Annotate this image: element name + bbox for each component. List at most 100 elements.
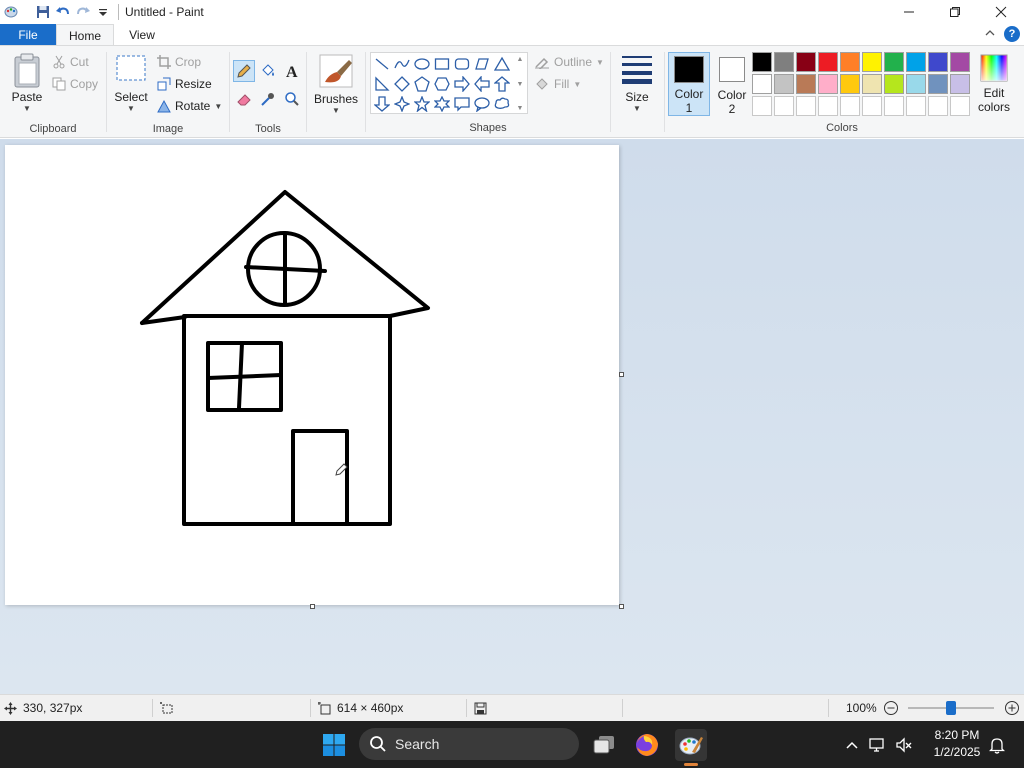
task-view-button[interactable] (588, 729, 620, 761)
shapes-gallery-scroll[interactable]: ▲ ▼ ▼ (514, 56, 526, 112)
taskbar-search[interactable]: Search (359, 728, 579, 760)
palette-swatch[interactable] (950, 52, 970, 72)
zoom-in-icon[interactable] (1004, 700, 1020, 716)
four-point-star-shape[interactable] (392, 94, 412, 114)
palette-swatch[interactable] (884, 96, 904, 116)
redo-icon[interactable] (74, 3, 92, 21)
scroll-up-icon[interactable]: ▲ (517, 56, 524, 63)
tab-view[interactable]: View (114, 24, 170, 46)
palette-swatch[interactable] (862, 96, 882, 116)
left-arrow-shape[interactable] (472, 74, 492, 94)
select-button[interactable]: Select ▼ (113, 54, 149, 113)
palette-swatch[interactable] (906, 74, 926, 94)
paste-button[interactable]: Paste ▼ (8, 52, 46, 113)
color-picker-tool-button[interactable] (257, 88, 279, 110)
palette-swatch[interactable] (752, 74, 772, 94)
six-point-star-shape[interactable] (432, 94, 452, 114)
palette-swatch[interactable] (796, 96, 816, 116)
right-triangle-shape[interactable] (372, 74, 392, 94)
maximize-button[interactable] (932, 0, 978, 24)
volume-muted-icon[interactable] (892, 736, 916, 753)
zoom-slider-thumb[interactable] (946, 701, 956, 715)
palette-swatch[interactable] (796, 74, 816, 94)
palette-swatch[interactable] (796, 52, 816, 72)
pencil-tool-button[interactable] (233, 60, 255, 82)
help-icon[interactable]: ? (1004, 26, 1020, 42)
curve-shape[interactable] (392, 54, 412, 74)
paint-taskbar-button[interactable] (675, 729, 707, 761)
five-point-star-shape[interactable] (412, 94, 432, 114)
palette-swatch[interactable] (884, 74, 904, 94)
palette-swatch[interactable] (840, 74, 860, 94)
palette-swatch[interactable] (884, 52, 904, 72)
palette-swatch[interactable] (774, 96, 794, 116)
resize-handle-bottom[interactable] (310, 604, 315, 609)
palette-swatch[interactable] (862, 74, 882, 94)
right-arrow-shape[interactable] (452, 74, 472, 94)
start-button[interactable] (318, 729, 350, 761)
diamond-shape[interactable] (392, 74, 412, 94)
fill-button[interactable]: Fill ▼ (534, 74, 581, 94)
size-button[interactable]: Size ▼ (618, 54, 656, 113)
rectangular-callout-shape[interactable] (452, 94, 472, 114)
edit-colors-button[interactable]: Edit colors (974, 54, 1014, 114)
firefox-button[interactable] (631, 729, 663, 761)
minimize-button[interactable] (886, 0, 932, 24)
palette-swatch[interactable] (906, 52, 926, 72)
tab-file[interactable]: File (0, 24, 56, 46)
network-icon[interactable] (862, 737, 892, 753)
drawing-canvas[interactable] (5, 145, 619, 605)
clock[interactable]: 8:20 PM 1/2/2025 (922, 727, 992, 761)
palette-swatch[interactable] (928, 52, 948, 72)
line-shape[interactable] (372, 54, 392, 74)
hexagon-shape[interactable] (432, 74, 452, 94)
palette-swatch[interactable] (950, 74, 970, 94)
palette-swatch[interactable] (906, 96, 926, 116)
triangle-shape[interactable] (492, 54, 512, 74)
zoom-out-icon[interactable] (883, 700, 899, 716)
paint-app-icon[interactable] (2, 3, 20, 21)
customize-quick-access-icon[interactable] (94, 3, 112, 21)
palette-swatch[interactable] (774, 74, 794, 94)
palette-swatch[interactable] (862, 52, 882, 72)
resize-button[interactable]: Resize (157, 74, 212, 94)
oval-shape[interactable] (412, 54, 432, 74)
palette-swatch[interactable] (752, 96, 772, 116)
undo-icon[interactable] (54, 3, 72, 21)
brushes-button[interactable]: Brushes ▼ (314, 54, 358, 115)
down-arrow-shape[interactable] (372, 94, 392, 114)
palette-swatch[interactable] (840, 52, 860, 72)
palette-swatch[interactable] (840, 96, 860, 116)
palette-swatch[interactable] (752, 52, 772, 72)
eraser-tool-button[interactable] (233, 88, 255, 110)
tab-home[interactable]: Home (56, 24, 114, 46)
close-button[interactable] (978, 0, 1024, 24)
zoom-slider[interactable] (908, 701, 994, 715)
palette-swatch[interactable] (928, 96, 948, 116)
copy-button[interactable]: Copy (52, 74, 98, 94)
polygon-shape[interactable] (472, 54, 492, 74)
palette-swatch[interactable] (818, 96, 838, 116)
resize-handle-right[interactable] (619, 372, 624, 377)
text-tool-button[interactable]: A (281, 60, 303, 82)
fill-tool-button[interactable] (257, 60, 279, 82)
palette-swatch[interactable] (928, 74, 948, 94)
cut-button[interactable]: Cut (52, 52, 89, 72)
rounded-rectangle-shape[interactable] (452, 54, 472, 74)
resize-handle-corner[interactable] (619, 604, 624, 609)
gallery-expand-icon[interactable]: ▼ (517, 105, 524, 112)
magnifier-tool-button[interactable] (281, 88, 303, 110)
notifications-button[interactable] (984, 729, 1010, 761)
show-hidden-icons-icon[interactable] (842, 741, 862, 749)
color2-button[interactable]: Color 2 (712, 52, 752, 116)
palette-swatch[interactable] (774, 52, 794, 72)
color1-button[interactable]: Color 1 (668, 52, 710, 116)
palette-swatch[interactable] (818, 74, 838, 94)
rectangle-shape[interactable] (432, 54, 452, 74)
palette-swatch[interactable] (818, 52, 838, 72)
crop-button[interactable]: Crop (157, 52, 201, 72)
up-arrow-shape[interactable] (492, 74, 512, 94)
cloud-callout-shape[interactable] (492, 94, 512, 114)
save-icon[interactable] (34, 3, 52, 21)
scroll-down-icon[interactable]: ▼ (517, 81, 524, 88)
